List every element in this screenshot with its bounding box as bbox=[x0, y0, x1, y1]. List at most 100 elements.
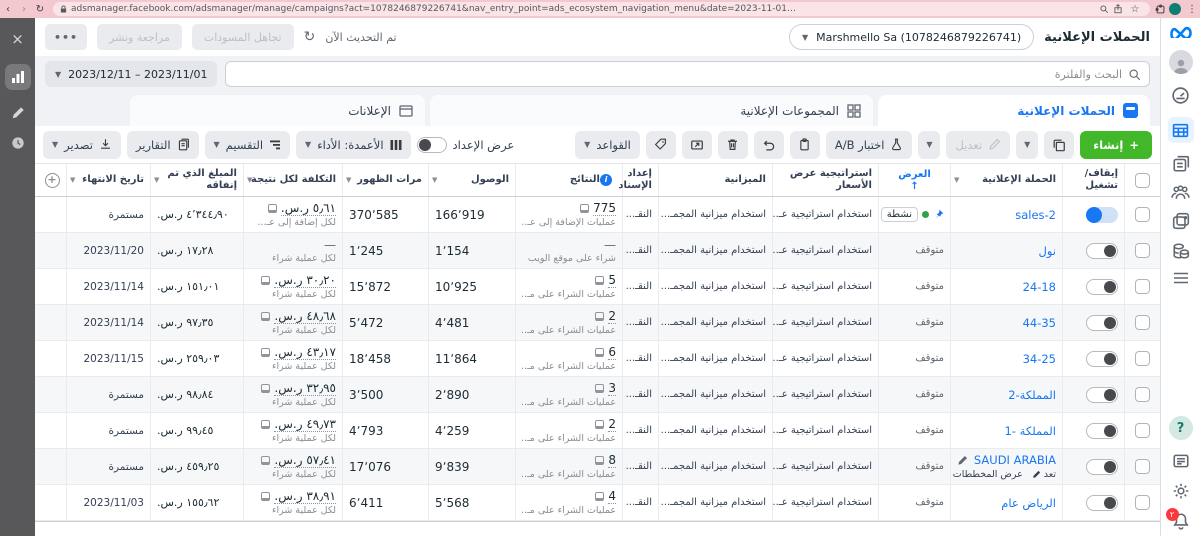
search-page-icon[interactable] bbox=[1099, 4, 1109, 14]
meta-logo[interactable] bbox=[1169, 25, 1193, 38]
audiences-people-icon[interactable] bbox=[1171, 185, 1190, 200]
view-charts-action[interactable]: عرض المخططات bbox=[950, 469, 1023, 480]
discard-drafts-button[interactable]: تجاهل المسودات bbox=[192, 24, 294, 50]
ad-account-selector[interactable]: Marshmello Sa (1078246879226741) ▼ bbox=[789, 24, 1034, 50]
delete-button[interactable] bbox=[718, 131, 748, 159]
close-icon[interactable]: × bbox=[11, 30, 24, 48]
campaign-name-link[interactable]: 24-18 bbox=[1023, 280, 1056, 294]
header-end-date[interactable]: تاريخ الانتهاء▼ bbox=[66, 164, 150, 196]
row-checkbox[interactable] bbox=[1135, 495, 1150, 510]
campaign-name-link[interactable]: نول bbox=[1039, 244, 1057, 258]
browser-back-icon[interactable]: ‹ bbox=[0, 4, 16, 15]
edit-pencil-icon[interactable] bbox=[957, 455, 968, 466]
campaign-toggle[interactable] bbox=[1086, 315, 1118, 331]
performance-chart-icon[interactable] bbox=[5, 64, 31, 90]
export-button[interactable]: تصدير ▼ bbox=[43, 131, 121, 159]
reports-button[interactable]: التقارير bbox=[127, 131, 199, 159]
select-all-checkbox[interactable] bbox=[1135, 173, 1150, 188]
address-bar[interactable]: adsmanager.facebook.com/adsmanager/manag… bbox=[53, 2, 1150, 16]
share-icon[interactable] bbox=[1113, 4, 1123, 14]
refresh-icon[interactable]: ↻ bbox=[304, 29, 316, 45]
tab-ads[interactable]: الإعلانات bbox=[130, 95, 425, 126]
info-icon[interactable]: i bbox=[600, 174, 612, 186]
tag-button[interactable] bbox=[646, 131, 676, 159]
add-column-icon[interactable]: + bbox=[45, 173, 60, 188]
campaign-name-link[interactable]: المملكة-2 bbox=[1008, 388, 1056, 402]
table-row[interactable]: 44-35 متوقف است bbox=[35, 305, 1160, 341]
table-row[interactable]: sales-2 نشطة اس bbox=[35, 197, 1160, 233]
row-checkbox[interactable] bbox=[1135, 459, 1150, 474]
breakdown-button[interactable]: التقسيم ▼ bbox=[205, 131, 291, 159]
review-publish-button[interactable]: مراجعة ونشر bbox=[97, 24, 182, 50]
sort-caret-icon[interactable]: ▼ bbox=[154, 176, 159, 184]
table-row[interactable]: المملكة-2 متوقف bbox=[35, 377, 1160, 413]
header-impressions[interactable]: مرات الظهور▼ bbox=[342, 164, 428, 196]
row-checkbox[interactable] bbox=[1135, 279, 1150, 294]
campaign-toggle[interactable] bbox=[1086, 279, 1118, 295]
sort-caret-icon[interactable]: ▼ bbox=[954, 176, 959, 184]
ab-test-button[interactable]: اختبار A/B bbox=[826, 131, 913, 159]
search-input[interactable] bbox=[234, 68, 1122, 81]
header-budget[interactable]: الميزانية bbox=[658, 164, 772, 196]
ads-media-icon[interactable] bbox=[1172, 212, 1190, 230]
edit-action[interactable]: تعد bbox=[1032, 469, 1056, 480]
more-menu-icon[interactable] bbox=[1173, 272, 1189, 284]
table-row[interactable]: SAUDI ARABIA تعد عرض المخططات bbox=[35, 449, 1160, 485]
table-row[interactable]: المملكة -1 متوقف bbox=[35, 413, 1160, 449]
row-checkbox[interactable] bbox=[1135, 387, 1150, 402]
browser-profile-avatar[interactable] bbox=[1169, 3, 1181, 15]
user-avatar[interactable] bbox=[1169, 50, 1193, 74]
header-campaign[interactable]: الحملة الإعلانية▼ bbox=[950, 164, 1062, 196]
duplicate-options-button[interactable]: ▼ bbox=[1016, 131, 1038, 159]
more-options-button[interactable]: ••• bbox=[45, 24, 87, 50]
settings-gear-icon[interactable] bbox=[1172, 482, 1190, 500]
tab-campaigns[interactable]: الحملات الإعلانية bbox=[878, 95, 1150, 126]
header-bid-strategy[interactable]: استراتيجية عرض الأسعار bbox=[772, 164, 878, 196]
edit-button[interactable]: تعديل bbox=[946, 131, 1010, 159]
bookmark-star-icon[interactable]: ☆ bbox=[1127, 4, 1143, 15]
extensions-icon[interactable] bbox=[1155, 4, 1166, 15]
browser-menu-icon[interactable]: ⋮ bbox=[1184, 4, 1200, 15]
table-row[interactable]: 34-25 متوقف است bbox=[35, 341, 1160, 377]
header-cost-per-result[interactable]: التكلفة لكل نتيجة▼ bbox=[243, 164, 342, 196]
row-checkbox[interactable] bbox=[1135, 315, 1150, 330]
header-results[interactable]: iالنتائج bbox=[515, 164, 622, 196]
tab-adsets[interactable]: المجموعات الإعلانية bbox=[430, 95, 873, 126]
campaign-toggle[interactable] bbox=[1086, 459, 1118, 475]
billing-coins-icon[interactable] bbox=[1172, 242, 1190, 260]
create-button[interactable]: + إنشاء bbox=[1080, 131, 1152, 159]
pages-icon[interactable] bbox=[1172, 155, 1190, 173]
table-row[interactable]: نول متوقف استخد bbox=[35, 233, 1160, 269]
edit-pencil-icon[interactable] bbox=[11, 106, 25, 120]
row-checkbox[interactable] bbox=[1135, 207, 1150, 222]
campaign-toggle[interactable] bbox=[1086, 207, 1118, 223]
campaign-toggle[interactable] bbox=[1086, 387, 1118, 403]
duplicate-button[interactable] bbox=[1044, 131, 1074, 159]
sort-caret-icon[interactable]: ▼ bbox=[247, 176, 252, 184]
row-checkbox[interactable] bbox=[1135, 243, 1150, 258]
sort-caret-icon[interactable]: ▼ bbox=[432, 176, 437, 184]
campaign-toggle[interactable] bbox=[1086, 351, 1118, 367]
header-amount-spent[interactable]: المبلغ الذي تم إنفاقه▼ bbox=[150, 164, 243, 196]
campaigns-table-icon[interactable] bbox=[1168, 117, 1194, 143]
rules-button[interactable]: القواعد ▼ bbox=[575, 131, 640, 159]
browser-forward-icon[interactable]: › bbox=[16, 4, 32, 15]
preview-button[interactable] bbox=[682, 131, 712, 159]
updates-news-icon[interactable] bbox=[1172, 452, 1190, 470]
campaign-toggle[interactable] bbox=[1086, 423, 1118, 439]
row-checkbox[interactable] bbox=[1135, 423, 1150, 438]
sort-caret-icon[interactable]: ▼ bbox=[346, 176, 351, 184]
date-range-picker[interactable]: 2023/12/11 – 2023/11/01 ▼ bbox=[45, 61, 217, 87]
header-delivery[interactable]: العرض↑ bbox=[878, 164, 950, 196]
paste-button[interactable] bbox=[790, 131, 820, 159]
sort-caret-icon[interactable]: ▼ bbox=[70, 176, 75, 184]
columns-button[interactable]: الأعمدة: الأداء ▼ bbox=[296, 131, 411, 159]
search-filter-box[interactable] bbox=[225, 61, 1150, 87]
campaign-name-link[interactable]: المملكة -1 bbox=[1005, 424, 1056, 438]
setup-view-toggle[interactable] bbox=[417, 137, 447, 153]
undo-button[interactable] bbox=[754, 131, 784, 159]
row-checkbox[interactable] bbox=[1135, 351, 1150, 366]
help-icon[interactable]: ? bbox=[1169, 416, 1193, 440]
table-row[interactable]: 24-18 متوقف است bbox=[35, 269, 1160, 305]
campaign-name-link[interactable]: sales-2 bbox=[1015, 208, 1056, 222]
